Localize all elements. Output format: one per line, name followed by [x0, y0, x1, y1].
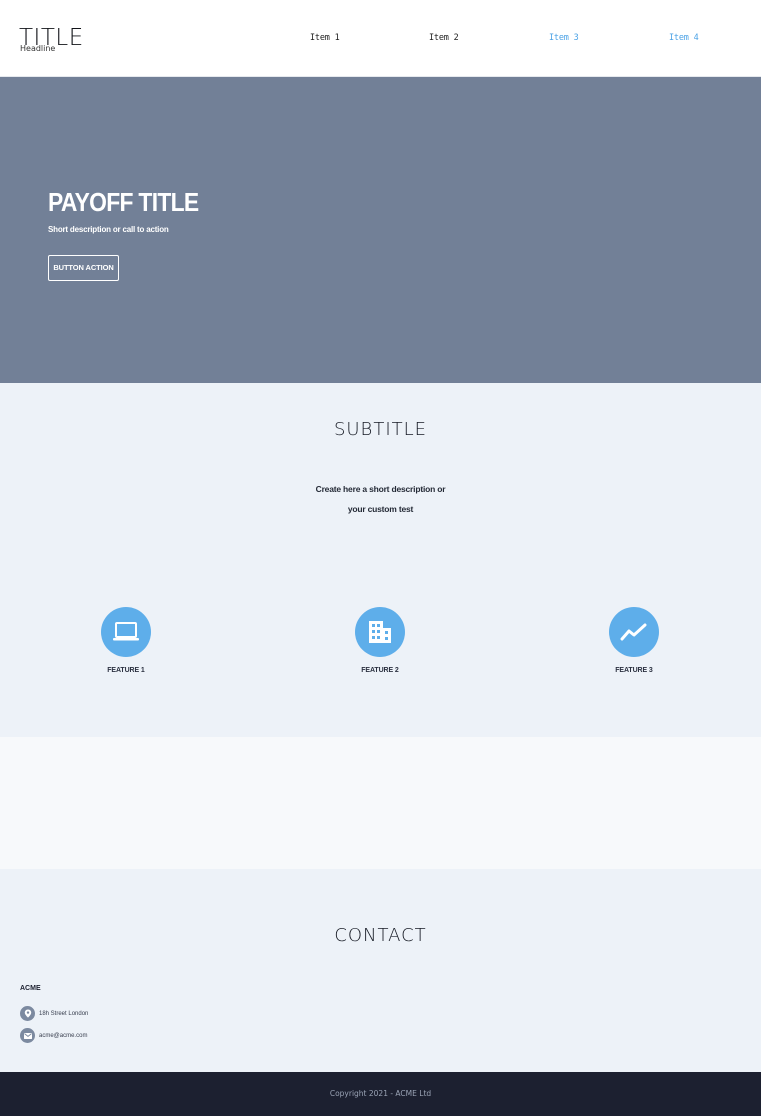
- features-description: Create here a short description or your …: [0, 479, 761, 519]
- contact-email-link[interactable]: acme@acme.com: [39, 1033, 87, 1039]
- mail-icon: [20, 1028, 35, 1043]
- hero-action-button[interactable]: BUTTON ACTION: [48, 255, 119, 281]
- blank-section: [0, 737, 761, 869]
- building-icon: [355, 607, 405, 657]
- contact-title: CONTACT: [334, 925, 427, 946]
- feature-item-1: FEATURE 1: [66, 607, 186, 674]
- site-header: TITLE Headline Item 1 Item 2 Item 3 Item…: [0, 0, 761, 77]
- features-description-line-1: Create here a short description or: [315, 484, 446, 494]
- hero-description: Short description or call to action: [48, 225, 169, 234]
- contact-address: 18h Street London: [39, 1010, 89, 1017]
- feature-label-3: FEATURE 3: [615, 667, 653, 674]
- features-section: SUBTITLE Create here a short description…: [0, 383, 761, 737]
- site-footer: Copyright 2021 - ACME Ltd: [0, 1072, 761, 1116]
- nav-item-1[interactable]: Item 1: [310, 33, 340, 43]
- hero-title: PAYOFF TITLE: [48, 187, 199, 217]
- hero-section: PAYOFF TITLE Short description or call t…: [0, 77, 761, 383]
- feature-label-2: FEATURE 2: [361, 667, 399, 674]
- nav-item-4[interactable]: Item 4: [669, 33, 699, 43]
- trending-up-icon: [609, 607, 659, 657]
- features-title: SUBTITLE: [333, 419, 428, 440]
- contact-email-row: acme@acme.com: [20, 1028, 87, 1043]
- nav-item-2[interactable]: Item 2: [429, 33, 459, 43]
- features-description-line-2: your custom test: [347, 504, 414, 514]
- contact-company: ACME: [20, 985, 41, 992]
- main-nav: Item 1 Item 2 Item 3 Item 4: [0, 33, 761, 47]
- contact-address-row: 18h Street London: [20, 1006, 88, 1021]
- feature-label-1: FEATURE 1: [107, 667, 145, 674]
- laptop-icon: [101, 607, 151, 657]
- feature-item-2: FEATURE 2: [320, 607, 440, 674]
- footer-copyright: Copyright 2021 - ACME Ltd: [329, 1089, 432, 1098]
- contact-section: CONTACT ACME 18h Street London acme@acme…: [0, 869, 761, 1072]
- location-pin-icon: [20, 1006, 35, 1021]
- feature-item-3: FEATURE 3: [574, 607, 694, 674]
- nav-item-3[interactable]: Item 3: [549, 33, 579, 43]
